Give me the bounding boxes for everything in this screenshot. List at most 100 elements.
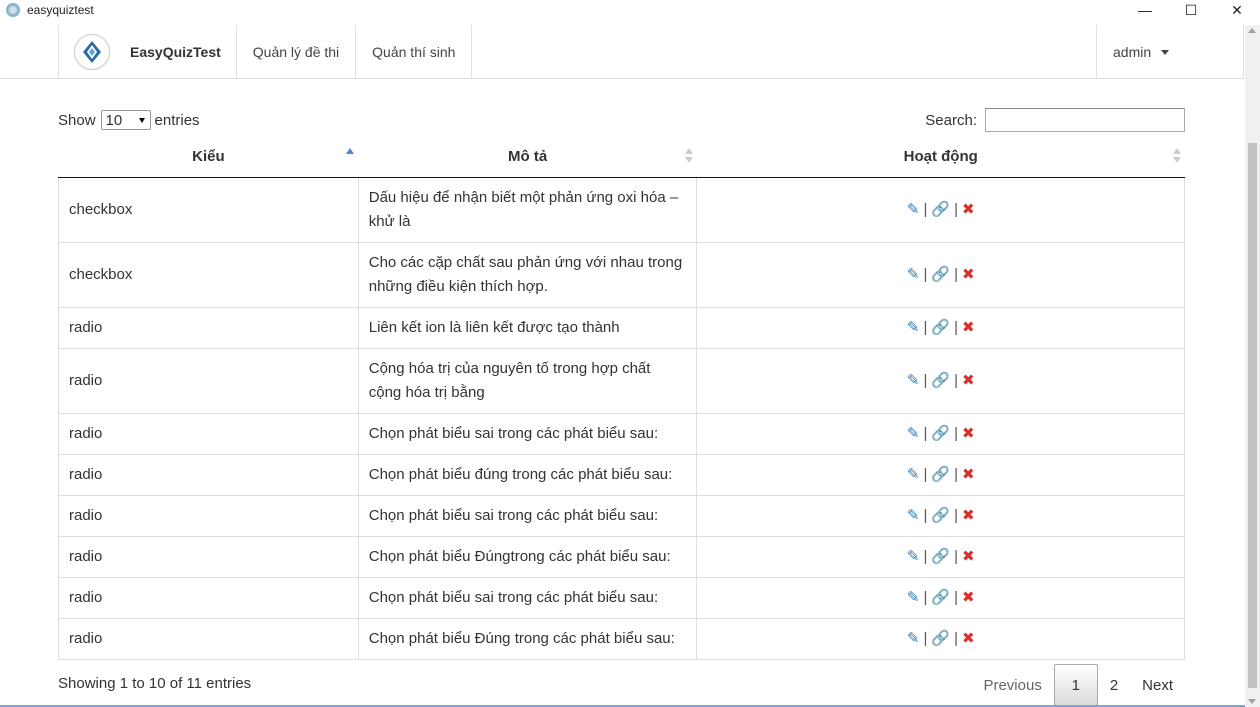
action-separator: | xyxy=(954,629,958,647)
cell-type: radio xyxy=(58,306,359,349)
cell-type: radio xyxy=(58,576,359,619)
cell-description: Chọn phát biểu Đúngtrong các phát biểu s… xyxy=(357,535,698,578)
cell-type: radio xyxy=(58,347,359,414)
link-icon[interactable]: 🔗 xyxy=(931,586,950,610)
brand[interactable]: EasyQuizTest xyxy=(59,25,237,79)
length-entries-label: entries xyxy=(154,111,200,129)
minimize-button[interactable]: — xyxy=(1122,0,1168,20)
delete-icon[interactable]: ✖ xyxy=(962,263,975,287)
user-menu[interactable]: admin xyxy=(1096,25,1243,79)
cell-type: radio xyxy=(58,453,359,496)
nav-link-candidates[interactable]: Quản thí sinh xyxy=(356,25,473,79)
cell-description: Chọn phát biểu Đúng trong các phát biểu … xyxy=(357,617,698,660)
scroll-thumb[interactable] xyxy=(1248,143,1257,688)
app-icon xyxy=(6,3,20,17)
header-description[interactable]: Mô tả xyxy=(358,137,697,178)
length-control: Show 10 entries xyxy=(58,110,200,130)
next-button[interactable]: Next xyxy=(1130,664,1185,706)
nav-link-exams[interactable]: Quản lý đề thi xyxy=(237,25,357,79)
cell-description: Chọn phát biểu sai trong các phát biểu s… xyxy=(357,412,698,455)
cell-description: Dấu hiệu để nhận biết một phản ứng oxi h… xyxy=(357,176,698,243)
page-button-1[interactable]: 1 xyxy=(1053,664,1098,706)
close-button[interactable]: ✕ xyxy=(1214,0,1260,20)
search-input[interactable] xyxy=(985,108,1185,132)
search-control: Search: xyxy=(925,108,1185,132)
link-icon[interactable]: 🔗 xyxy=(931,463,950,487)
action-separator: | xyxy=(923,629,928,647)
sort-both-icon xyxy=(684,148,693,164)
brand-name: EasyQuizTest xyxy=(130,44,221,60)
edit-icon[interactable]: ✎ xyxy=(907,545,920,569)
link-icon[interactable]: 🔗 xyxy=(931,263,950,287)
table-row: radio Cộng hóa trị của nguyên tố trong hợ… xyxy=(58,347,1185,414)
link-icon[interactable]: 🔗 xyxy=(931,316,950,340)
cell-type: checkbox xyxy=(58,241,359,308)
delete-icon[interactable]: ✖ xyxy=(962,369,975,393)
delete-icon[interactable]: ✖ xyxy=(962,316,975,340)
window-titlebar: easyquiztest — ☐ ✕ xyxy=(0,0,1260,20)
header-type[interactable]: Kiểu xyxy=(58,137,359,178)
edit-icon[interactable]: ✎ xyxy=(907,586,920,610)
action-separator: | xyxy=(923,318,928,336)
action-separator: | xyxy=(954,465,958,483)
table-row: checkbox Cho các cặp chất sau phản ứng vớ… xyxy=(58,241,1185,308)
previous-button[interactable]: Previous xyxy=(971,664,1053,706)
table-row: checkbox Dấu hiệu để nhận biết một phản ứ… xyxy=(58,176,1185,243)
action-separator: | xyxy=(954,371,958,389)
header-description-label: Mô tả xyxy=(508,148,548,166)
caret-down-icon xyxy=(1161,49,1170,55)
edit-icon[interactable]: ✎ xyxy=(907,463,920,487)
edit-icon[interactable]: ✎ xyxy=(907,627,920,651)
link-icon[interactable]: 🔗 xyxy=(931,545,950,569)
delete-icon[interactable]: ✖ xyxy=(962,627,975,651)
cell-description: Liên kết ion là liên kết được tạo thành xyxy=(357,306,698,349)
edit-icon[interactable]: ✎ xyxy=(907,504,920,528)
link-icon[interactable]: 🔗 xyxy=(931,627,950,651)
table-row: radio Liên kết ion là liên kết được tạo t… xyxy=(58,306,1185,349)
action-separator: | xyxy=(923,200,928,218)
action-separator: | xyxy=(954,200,958,218)
link-icon[interactable]: 🔗 xyxy=(931,422,950,446)
length-select[interactable]: 10 xyxy=(100,110,151,130)
delete-icon[interactable]: ✖ xyxy=(962,463,975,487)
delete-icon[interactable]: ✖ xyxy=(962,422,975,446)
cell-actions: ✎ | 🔗 | ✖ xyxy=(696,535,1185,578)
maximize-button[interactable]: ☐ xyxy=(1168,0,1214,20)
link-icon[interactable]: 🔗 xyxy=(931,504,950,528)
edit-icon[interactable]: ✎ xyxy=(907,422,920,446)
cell-actions: ✎ | 🔗 | ✖ xyxy=(696,453,1185,496)
edit-icon[interactable]: ✎ xyxy=(907,316,920,340)
delete-icon[interactable]: ✖ xyxy=(962,586,975,610)
link-icon[interactable]: 🔗 xyxy=(931,198,950,222)
user-name: admin xyxy=(1113,44,1152,60)
edit-icon[interactable]: ✎ xyxy=(907,263,920,287)
action-separator: | xyxy=(954,506,958,524)
page-button-2[interactable]: 2 xyxy=(1098,664,1130,706)
scroll-up-icon[interactable] xyxy=(1248,28,1256,33)
cell-actions: ✎ | 🔗 | ✖ xyxy=(696,347,1185,414)
cell-actions: ✎ | 🔗 | ✖ xyxy=(696,576,1185,619)
action-separator: | xyxy=(923,265,928,283)
header-actions[interactable]: Hoạt động xyxy=(696,137,1185,178)
table-header-row: Kiểu Mô tả Hoạt động xyxy=(58,137,1185,178)
delete-icon[interactable]: ✖ xyxy=(962,198,975,222)
action-separator: | xyxy=(923,547,928,565)
table-info: Showing 1 to 10 of 11 entries xyxy=(58,675,252,692)
questions-table: Kiểu Mô tả Hoạt động checkbox Dấu hiệu để… xyxy=(58,137,1185,660)
scroll-down-icon[interactable] xyxy=(1248,699,1256,704)
action-separator: | xyxy=(923,465,928,483)
cell-actions: ✎ | 🔗 | ✖ xyxy=(696,241,1185,308)
edit-icon[interactable]: ✎ xyxy=(907,198,920,222)
edit-icon[interactable]: ✎ xyxy=(907,369,920,393)
table-row: radio Chọn phát biểu sai trong các phát b… xyxy=(58,494,1185,537)
cell-type: radio xyxy=(58,412,359,455)
logo-icon xyxy=(74,34,110,70)
delete-icon[interactable]: ✖ xyxy=(962,504,975,528)
vertical-scrollbar[interactable] xyxy=(1245,25,1260,707)
link-icon[interactable]: 🔗 xyxy=(931,369,950,393)
delete-icon[interactable]: ✖ xyxy=(962,545,975,569)
cell-type: radio xyxy=(58,535,359,578)
cell-description: Cộng hóa trị của nguyên tố trong hợp chấ… xyxy=(357,347,698,414)
navbar-container: EasyQuizTest Quản lý đề thi Quản thí sin… xyxy=(58,25,1244,79)
length-select-value: 10 xyxy=(105,111,123,129)
